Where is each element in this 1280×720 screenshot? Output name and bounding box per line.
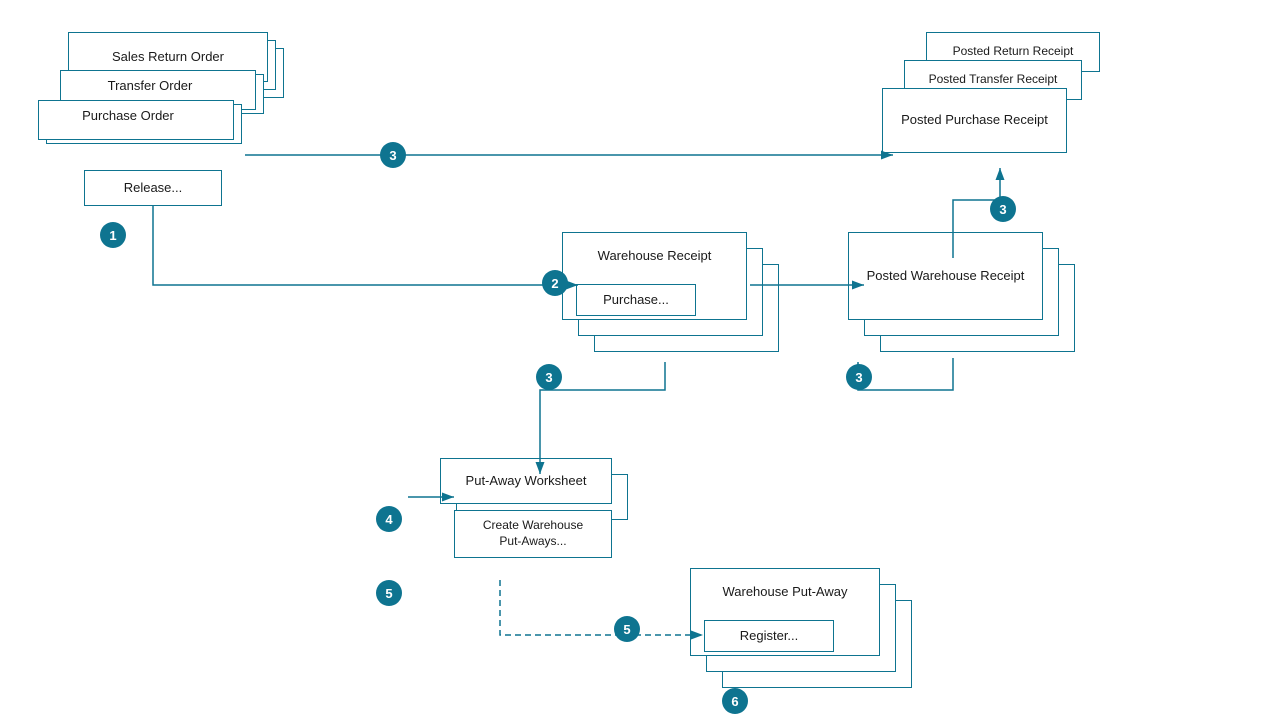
badge-3d: 3 [846, 364, 872, 390]
badge-5b: 5 [614, 616, 640, 642]
release-box: Release... [84, 170, 222, 206]
release-label: Release... [124, 180, 183, 197]
register-label: Register... [704, 620, 834, 652]
badge-3b: 3 [990, 196, 1016, 222]
put-away-worksheet-group: Put-Away Worksheet Create Warehouse Put-… [440, 458, 640, 588]
warehouse-receipt-group: Warehouse Receipt Purchase... [562, 232, 782, 362]
posted-warehouse-receipt-label: Posted Warehouse Receipt [848, 232, 1043, 320]
purchase-order-label: Purchase Order [30, 96, 226, 136]
badge-3c: 3 [536, 364, 562, 390]
badge-5a: 5 [376, 580, 402, 606]
warehouse-receipt-label: Warehouse Receipt [562, 232, 747, 280]
posted-purchase-receipt-group: Posted Return Receipt Posted Transfer Re… [882, 32, 1102, 182]
posted-purchase-receipt-label: Posted Purchase Receipt [882, 88, 1067, 153]
warehouse-put-away-group: Warehouse Put-Away Register... [690, 568, 920, 698]
purchase-sub-label: Purchase... [576, 284, 696, 316]
badge-6: 6 [722, 688, 748, 714]
badge-2: 2 [542, 270, 568, 296]
badge-3a: 3 [380, 142, 406, 168]
warehouse-put-away-label: Warehouse Put-Away [690, 568, 880, 616]
badge-1: 1 [100, 222, 126, 248]
purchase-order-group: Purchase Order [30, 96, 250, 156]
create-warehouse-label: Create Warehouse Put-Aways... [454, 510, 612, 558]
posted-warehouse-receipt-group: Posted Warehouse Receipt [848, 232, 1088, 362]
diagram-container: Sales Return Order Transfer Order Purcha… [0, 0, 1280, 720]
badge-4: 4 [376, 506, 402, 532]
put-away-worksheet-label: Put-Away Worksheet [440, 458, 612, 504]
